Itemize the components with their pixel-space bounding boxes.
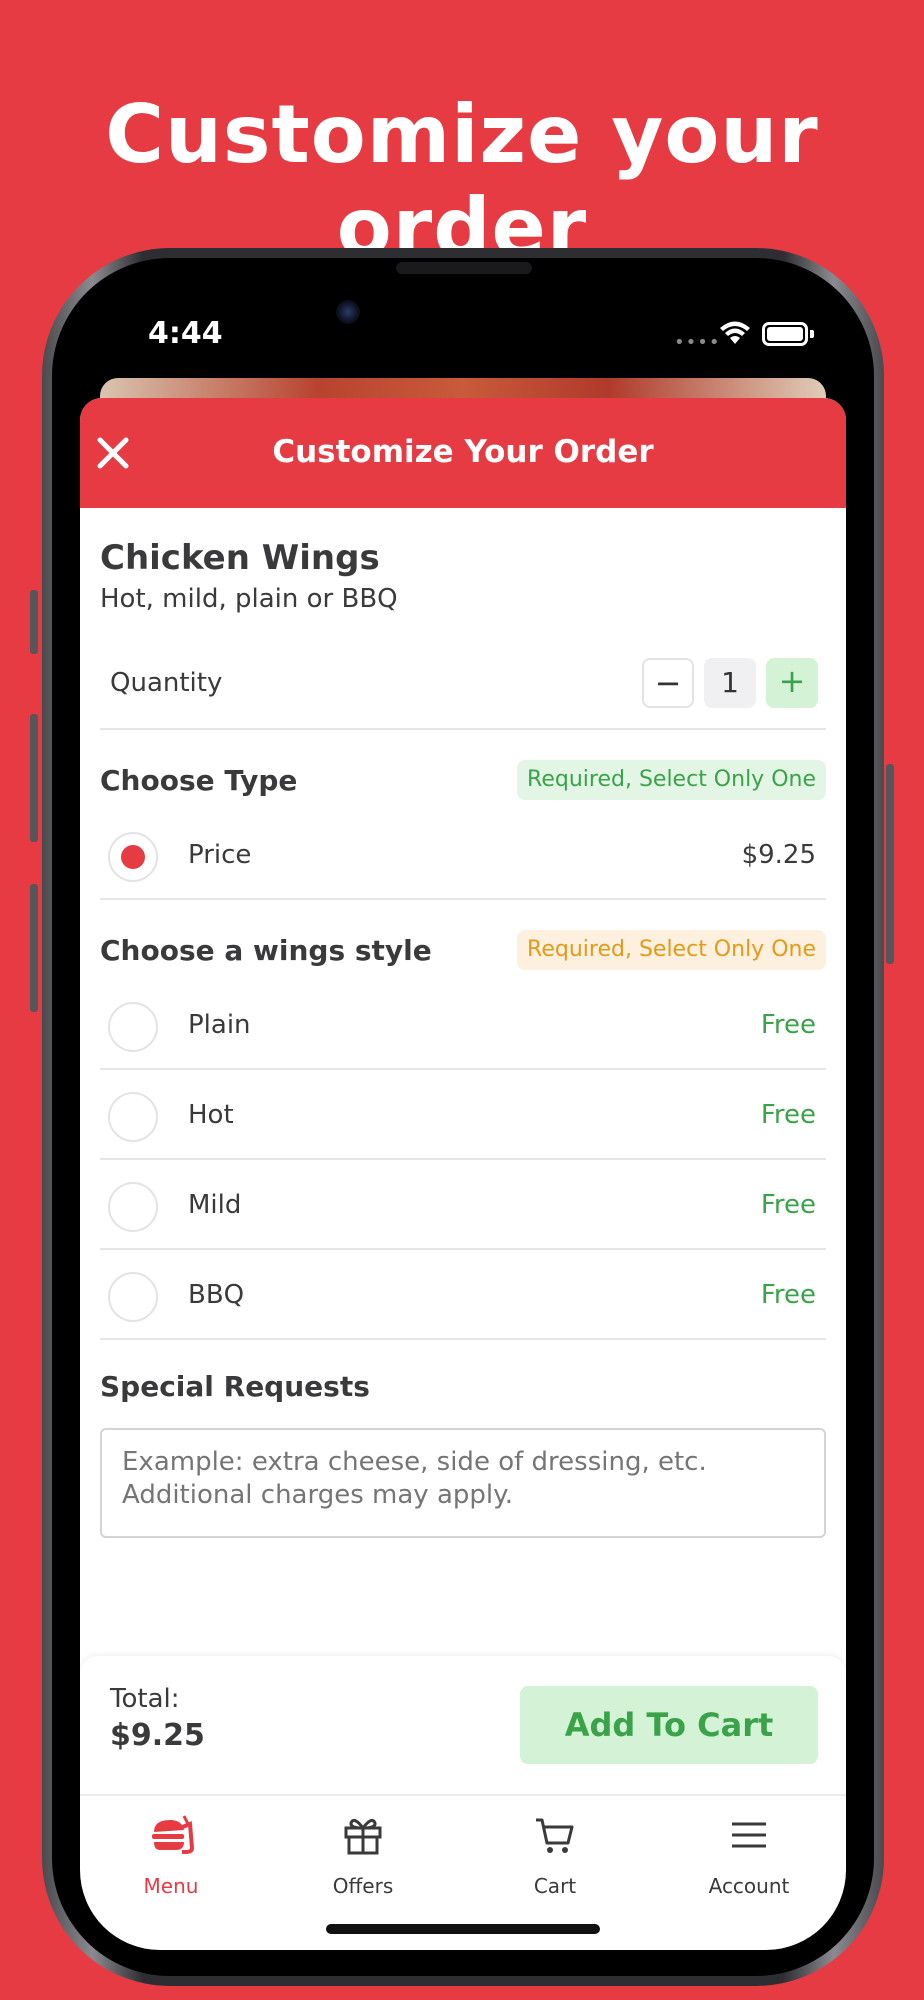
option-label-plain: Plain (188, 1010, 251, 1040)
tab-offers[interactable]: Offers (268, 1810, 458, 1898)
option-label-hot: Hot (188, 1100, 234, 1130)
special-requests-title: Special Requests (100, 1370, 370, 1403)
item-description: Hot, mild, plain or BBQ (100, 584, 398, 614)
option-price: $9.25 (741, 840, 816, 870)
radio-mild[interactable] (108, 1182, 158, 1232)
tab-label-cart: Cart (533, 1874, 577, 1898)
divider (100, 1158, 826, 1160)
divider (100, 728, 826, 730)
wifi-icon (720, 321, 750, 344)
option-label-price: Price (188, 840, 252, 870)
special-requests-input[interactable] (100, 1428, 826, 1538)
sheet-title: Customize Your Order (272, 434, 654, 470)
battery-icon (762, 322, 808, 346)
option-price-plain: Free (760, 1010, 816, 1040)
silent-switch (30, 590, 38, 654)
volume-up-button (30, 714, 38, 842)
quantity-label: Quantity (110, 668, 223, 698)
divider (100, 1248, 826, 1250)
volume-down-button (30, 884, 38, 1012)
status-time: 4:44 (148, 316, 223, 351)
option-label-mild: Mild (188, 1190, 242, 1220)
cart-icon (536, 1818, 574, 1853)
speaker-grille (396, 262, 532, 274)
sheet-header: Customize Your Order (80, 398, 846, 508)
power-button (886, 764, 894, 964)
quantity-decrease-button[interactable]: − (642, 658, 694, 708)
menu-lines-icon (732, 1822, 766, 1848)
front-camera (336, 300, 360, 324)
option-price-mild: Free (760, 1190, 816, 1220)
option-price-bbq: Free (760, 1280, 816, 1310)
required-badge: Required, Select Only One (517, 930, 826, 970)
required-badge: Required, Select Only One (517, 760, 826, 800)
radio-bbq[interactable] (108, 1272, 158, 1322)
tab-label-offers: Offers (332, 1874, 394, 1898)
total-label: Total: (110, 1684, 180, 1714)
gift-icon (344, 1818, 382, 1855)
customize-sheet: Customize Your Order Chicken Wings Hot, … (80, 398, 846, 1794)
tab-label-account: Account (708, 1874, 790, 1898)
radio-plain[interactable] (108, 1002, 158, 1052)
total-value: $9.25 (110, 1718, 205, 1753)
add-to-cart-button[interactable]: Add To Cart (520, 1686, 818, 1764)
tab-cart[interactable]: Cart (460, 1810, 650, 1898)
promo-headline: Customize your order (105, 88, 819, 274)
order-footer: Total: $9.25 Add To Cart (80, 1656, 846, 1794)
quantity-value: 1 (704, 658, 756, 708)
tab-account[interactable]: Account (654, 1810, 844, 1898)
wings-style-title: Choose a wings style (100, 934, 432, 967)
item-name: Chicken Wings (100, 538, 380, 578)
radio-hot[interactable] (108, 1092, 158, 1142)
tab-label-menu: Menu (143, 1874, 199, 1898)
option-price-hot: Free (760, 1100, 816, 1130)
divider (100, 1068, 826, 1070)
battery-tip (810, 330, 814, 338)
choose-type-title: Choose Type (100, 764, 298, 797)
divider (100, 1338, 826, 1340)
home-indicator[interactable] (326, 1924, 600, 1934)
cellular-signal-icon: •••• (674, 332, 721, 353)
tab-menu[interactable]: Menu (76, 1810, 266, 1898)
burger-icon (152, 1815, 195, 1854)
option-label-bbq: BBQ (188, 1280, 245, 1310)
divider (100, 898, 826, 900)
quantity-increase-button[interactable]: + (766, 658, 818, 708)
radio-price[interactable] (108, 832, 158, 882)
